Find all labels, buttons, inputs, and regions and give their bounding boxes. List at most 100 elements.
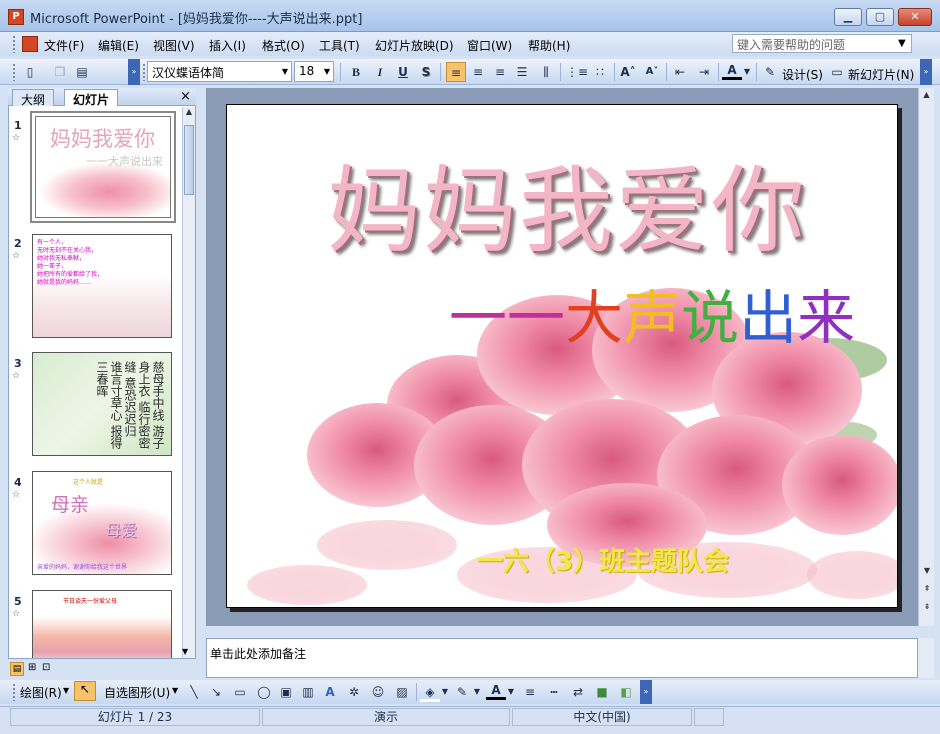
menu-slideshow[interactable]: 幻灯片放映(D) (375, 37, 454, 54)
draw-dropdown-icon[interactable]: ▼ (63, 686, 69, 695)
menu-format[interactable]: 格式(O) (262, 37, 305, 54)
tab-slides[interactable]: 幻灯片 (64, 89, 119, 107)
slide-scrollbar[interactable]: ▲ ▼ ⇞ ⇟ (918, 88, 934, 626)
fill-dropdown-icon[interactable]: ▼ (440, 682, 450, 702)
align-right-icon[interactable]: ≡ (490, 62, 510, 82)
menu-help[interactable]: 帮助(H) (528, 37, 570, 54)
help-search-input[interactable]: 键入需要帮助的问题 (732, 34, 912, 53)
diagram-icon[interactable]: ✲ (344, 682, 364, 702)
dash-style-icon[interactable]: ┅ (544, 682, 564, 702)
new-slide-icon[interactable]: ▭ (828, 62, 846, 82)
new-file-icon[interactable]: ▯ (20, 62, 40, 82)
toolbar-options-icon[interactable]: » (128, 59, 140, 85)
bullets-icon[interactable]: ∷ (590, 62, 610, 82)
size-dropdown-icon[interactable]: ▼ (324, 67, 330, 76)
draw-menu-button[interactable]: 绘图(R) (20, 684, 62, 701)
maximize-button[interactable]: ▢ (866, 8, 894, 26)
line-color-icon[interactable]: ✎ (452, 682, 472, 702)
slide-title[interactable]: 妈妈我爱你 (327, 135, 807, 271)
slide-thumbnail-4[interactable]: 这个人就是 母亲 母爱 亲爱的妈妈，谢谢你给我这个世界 (32, 471, 172, 575)
document-icon[interactable] (22, 36, 38, 52)
menubar-grip[interactable] (12, 35, 16, 53)
help-dropdown-icon[interactable]: ▼ (898, 38, 906, 49)
scroll-up-icon[interactable]: ▲ (183, 107, 195, 119)
toolbar-options-icon[interactable]: » (920, 59, 932, 85)
powerpoint-app-icon[interactable]: P (8, 9, 24, 25)
3d-style-icon[interactable]: ◧ (616, 682, 636, 702)
slide-subtitle[interactable]: 一一大声说出来 (449, 271, 855, 355)
picture-icon[interactable]: ▨ (392, 682, 412, 702)
slideshow-view-icon[interactable]: ⊡ (42, 662, 50, 673)
drawbar-options-icon[interactable]: » (640, 680, 652, 704)
menu-file[interactable]: 文件(F) (44, 37, 84, 54)
current-slide[interactable]: 妈妈我爱你 一一大声说出来 一六（3）班主题队会 (226, 104, 898, 608)
slide-footer[interactable]: 一六（3）班主题队会 (477, 541, 729, 578)
line-style-icon[interactable]: ≡ (520, 682, 540, 702)
wordart-icon[interactable]: A (320, 682, 340, 702)
font-color-draw-icon[interactable]: A (486, 682, 506, 700)
decrease-font-icon[interactable]: A˅ (642, 62, 662, 82)
rectangle-icon[interactable]: ▭ (230, 682, 250, 702)
vertical-textbox-icon[interactable]: ▥ (298, 682, 318, 702)
design-icon[interactable]: ✎ (762, 62, 778, 82)
shadow-style-icon[interactable]: ■ (592, 682, 612, 702)
slide-thumbnail-1[interactable]: 妈妈我爱你 一一大声说出来 (35, 116, 171, 218)
next-slide-icon[interactable]: ⇟ (919, 602, 935, 611)
previous-slide-icon[interactable]: ⇞ (919, 584, 935, 593)
close-window-button[interactable]: ✕ (898, 8, 932, 26)
slide-thumbnail-3[interactable]: 慈母手中线 游子身上衣 临行密密缝 意恐迟迟归 谁言寸草心 报得三春晖 (32, 352, 172, 456)
thumbnail-selected-frame[interactable]: 妈妈我爱你 一一大声说出来 (30, 111, 176, 223)
arrow-style-icon[interactable]: ⇄ (568, 682, 588, 702)
clipart-icon[interactable]: ☺ (368, 682, 388, 702)
justify-icon[interactable]: ☰ (512, 62, 532, 82)
toolbar-grip[interactable] (12, 63, 16, 81)
menu-insert[interactable]: 插入(I) (209, 37, 246, 54)
scroll-down-icon[interactable]: ▼ (182, 647, 195, 656)
bold-button[interactable]: B (346, 62, 366, 82)
arrow-icon[interactable]: ↘ (206, 682, 226, 702)
font-size-select[interactable]: 18 ▼ (294, 61, 334, 82)
normal-view-icon[interactable]: ▤ (10, 662, 24, 676)
underline-button[interactable]: U (393, 62, 413, 82)
drawbar-grip[interactable] (12, 683, 16, 701)
menu-edit[interactable]: 编辑(E) (98, 37, 139, 54)
line-color-dropdown-icon[interactable]: ▼ (472, 682, 482, 702)
new-slide-button[interactable]: 新幻灯片(N) (848, 66, 914, 83)
italic-button[interactable]: I (370, 62, 390, 82)
copy-icon[interactable]: ❐ (50, 62, 70, 82)
slide-thumbnail-2[interactable]: 有一个人， 无时无刻不在关心我， 她对我无私奉献， 她一辈子， 她把所有的爱都给了我，她… (32, 234, 172, 338)
toolbar-grip-2[interactable] (142, 63, 146, 81)
paste-icon[interactable]: ▤ (72, 62, 92, 82)
minimize-button[interactable]: ▁ (834, 8, 862, 26)
increase-font-icon[interactable]: A˄ (618, 62, 638, 82)
align-center-icon[interactable]: ≡ (468, 62, 488, 82)
pane-scroll-thumb[interactable] (184, 125, 194, 195)
menu-view[interactable]: 视图(V) (153, 37, 195, 54)
notes-pane[interactable]: 单击此处添加备注 (206, 638, 918, 678)
close-pane-icon[interactable]: × (180, 89, 191, 104)
design-button[interactable]: 设计(S) (782, 66, 823, 83)
autoshapes-button[interactable]: 自选图形(U) (104, 684, 170, 701)
menu-tools[interactable]: 工具(T) (319, 37, 360, 54)
tab-outline[interactable]: 大纲 (12, 89, 55, 107)
pane-scrollbar[interactable]: ▲ (182, 107, 195, 658)
font-color-icon[interactable]: A (722, 62, 742, 80)
numbering-icon[interactable]: ⋮≡ (566, 62, 588, 82)
fill-color-icon[interactable]: ◈ (420, 682, 440, 702)
menu-window[interactable]: 窗口(W) (467, 37, 512, 54)
font-dropdown-icon[interactable]: ▼ (282, 67, 288, 76)
textbox-icon[interactable]: ▣ (276, 682, 296, 702)
notes-scrollbar[interactable] (918, 638, 934, 678)
shadow-button[interactable]: S (416, 62, 436, 82)
oval-icon[interactable]: ◯ (254, 682, 274, 702)
font-color-draw-dropdown-icon[interactable]: ▼ (506, 682, 516, 702)
scroll-up-icon[interactable]: ▲ (919, 88, 934, 102)
font-color-dropdown-icon[interactable]: ▼ (742, 62, 752, 82)
font-select[interactable]: 汉仪蝶语体简 ▼ (147, 61, 292, 82)
decrease-indent-icon[interactable]: ⇤ (670, 62, 690, 82)
autoshapes-dropdown-icon[interactable]: ▼ (172, 686, 178, 695)
select-pointer-icon[interactable]: ↖ (74, 681, 96, 701)
distribute-icon[interactable]: ⫼ (536, 62, 556, 82)
slide-thumbnail-5[interactable]: 节日谈天一份爱父母 (32, 590, 172, 658)
align-left-icon[interactable]: ≡ (446, 62, 466, 82)
